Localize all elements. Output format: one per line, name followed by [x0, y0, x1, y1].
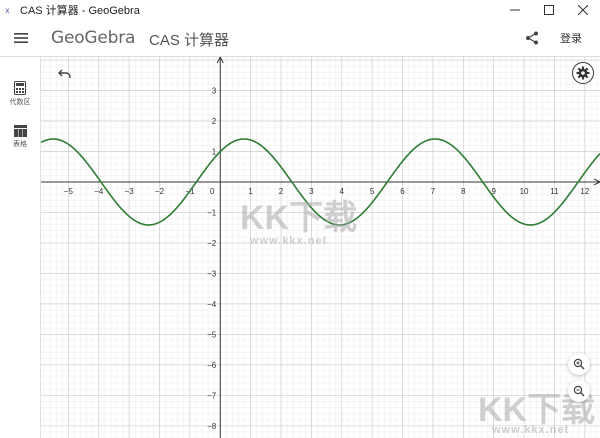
- settings-button[interactable]: [572, 62, 594, 84]
- gear-icon: [576, 66, 590, 80]
- x-tick-label: 0: [210, 187, 215, 196]
- sidebar-item-label: 表格: [13, 141, 27, 148]
- graph-canvas[interactable]: −5 −4 −3 −2 −1 0 1 2 3 4 5 6 7 8 9 10 11 12321−1−2−3−4−5−…: [41, 57, 600, 438]
- graphics-view[interactable]: −5 −4 −3 −2 −1 0 1 2 3 4 5 6 7 8 9 10 11 12 3 2 1 −1 −2 −3 −4 −5−…: [41, 57, 600, 438]
- zoom-out-button[interactable]: [568, 380, 590, 402]
- undo-icon: [58, 69, 71, 78]
- x-tick-label: 8: [461, 187, 466, 196]
- y-tick-label: 3: [212, 87, 217, 96]
- x-tick-label: −2: [155, 187, 165, 196]
- x-tick-label: 4: [340, 187, 345, 196]
- x-tick-label: −4: [94, 187, 104, 196]
- x-tick-label: 12: [580, 187, 589, 196]
- x-tick-label: 2: [279, 187, 284, 196]
- y-tick-label: −4: [207, 300, 217, 309]
- login-button[interactable]: 登录: [560, 30, 582, 46]
- y-tick-label: −2: [207, 239, 217, 248]
- x-tick-label: −5: [64, 187, 74, 196]
- undo-button[interactable]: [57, 67, 73, 81]
- y-tick-label: −7: [207, 391, 217, 400]
- x-tick-label: −3: [125, 187, 135, 196]
- geogebra-app-icon: x: [4, 4, 16, 16]
- y-tick-label: −8: [207, 422, 217, 431]
- x-tick-label: 1: [248, 187, 253, 196]
- app-title: CAS 计算器: [149, 32, 230, 49]
- share-button[interactable]: [523, 29, 541, 47]
- y-tick-label: −1: [207, 208, 217, 217]
- x-tick-label: 6: [400, 187, 405, 196]
- sidebar-item-table[interactable]: 表格: [0, 125, 40, 149]
- menu-button[interactable]: [12, 29, 30, 47]
- geogebra-logo: GeoGebra: [51, 28, 136, 48]
- window-title-bar: x CAS 计算器 - GeoGebra: [0, 0, 600, 20]
- close-icon: [578, 5, 588, 15]
- maximize-icon: [544, 5, 554, 15]
- table-icon: [13, 125, 27, 137]
- calculator-icon: [14, 81, 26, 95]
- x-tick-label: 5: [370, 187, 375, 196]
- maximize-button[interactable]: [532, 0, 566, 20]
- x-tick-label: 3: [309, 187, 314, 196]
- y-tick-label: −6: [207, 361, 217, 370]
- sidebar: 代数区 表格: [0, 57, 41, 438]
- x-tick-label: 10: [520, 187, 529, 196]
- sidebar-item-label: 代数区: [9, 99, 31, 106]
- y-tick-label: −5: [207, 330, 217, 339]
- x-tick-label: 7: [431, 187, 436, 196]
- x-tick-label: 11: [550, 187, 559, 196]
- minimize-icon: [510, 9, 520, 11]
- close-button[interactable]: [566, 0, 600, 20]
- hamburger-menu-icon: [14, 33, 28, 43]
- y-tick-label: −3: [207, 269, 217, 278]
- minimize-button[interactable]: [498, 0, 532, 20]
- zoom-in-button[interactable]: [568, 353, 590, 375]
- share-icon: [526, 31, 538, 45]
- zoom-in-icon: [573, 358, 585, 370]
- y-tick-label: 2: [212, 117, 217, 126]
- zoom-out-icon: [573, 385, 585, 397]
- svg-text:x: x: [5, 6, 10, 15]
- app-header: GeoGebra CAS 计算器 登录: [0, 20, 600, 57]
- sidebar-item-algebra[interactable]: 代数区: [0, 81, 40, 107]
- window-title: CAS 计算器 - GeoGebra: [20, 5, 140, 17]
